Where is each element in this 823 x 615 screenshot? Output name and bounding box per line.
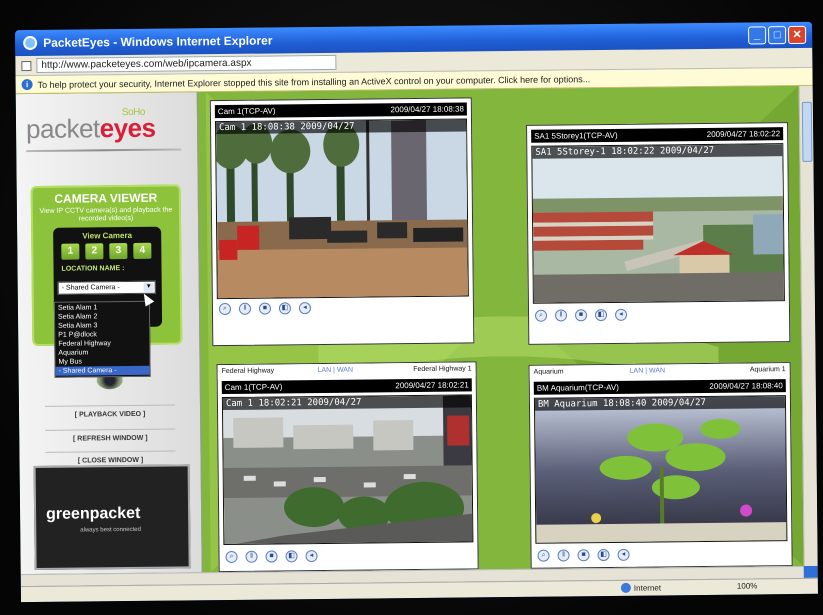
pane-title: Aquarium xyxy=(533,368,564,376)
zoom-level[interactable]: 100% xyxy=(737,581,758,590)
audio-icon[interactable]: ◂ xyxy=(617,548,630,561)
camera-feed-highway[interactable]: Cam 1 18:02:21 2009/04/27 xyxy=(221,394,474,546)
camera-2-button[interactable]: 2 xyxy=(85,243,104,260)
lobby-scene-image xyxy=(214,119,469,300)
lan-wan-links[interactable]: LAN | WAN xyxy=(318,364,354,378)
window-title: PacketEyes - Windows Internet Explorer xyxy=(43,33,273,50)
camera-feed-lobby[interactable]: Cam 1 18:08:38 2009/04/27 xyxy=(214,118,469,300)
camera-pane-3: Federal Highway LAN | WAN Federal Highwa… xyxy=(216,361,479,573)
stop-icon[interactable]: ■ xyxy=(574,309,588,322)
camera-header: Cam 1(TCP-AV) 2009/04/27 18:08:38 xyxy=(214,102,467,119)
audio-icon[interactable]: ◂ xyxy=(298,302,312,315)
camera-3-button[interactable]: 3 xyxy=(109,243,128,260)
camera-4-button[interactable]: 4 xyxy=(133,242,152,259)
location-select[interactable]: - Shared Camera - ▼ xyxy=(57,280,156,295)
globe-icon xyxy=(620,582,631,593)
housing-scene-image xyxy=(532,144,785,304)
pause-icon[interactable]: ‖ xyxy=(238,302,252,315)
camera-header: Cam 1(TCP-AV) 2009/04/27 18:02:21 xyxy=(221,378,472,395)
pause-icon[interactable]: ‖ xyxy=(557,549,570,562)
pane-header: Federal Highway LAN | WAN Federal Highwa… xyxy=(217,362,476,380)
snapshot-icon[interactable]: ◧ xyxy=(278,302,292,315)
snapshot-icon[interactable]: ◧ xyxy=(594,309,608,322)
pause-icon[interactable]: ‖ xyxy=(245,550,258,563)
playback-video-button[interactable]: [ PLAYBACK VIDEO ] xyxy=(44,404,176,424)
security-zone[interactable]: Internet xyxy=(620,582,662,593)
audio-icon[interactable]: ◂ xyxy=(614,308,628,321)
greenpacket-tagline: always best connected xyxy=(80,526,142,534)
magnifier-icon[interactable]: ⌕ xyxy=(537,549,550,562)
camera-header: SA1 5Storey1(TCP-AV) 2009/04/27 18:02:22 xyxy=(531,127,784,143)
packeteyes-logo: packeteyes SoHo xyxy=(25,106,156,145)
stop-icon[interactable]: ■ xyxy=(577,549,590,562)
aquarium-scene-image xyxy=(534,396,788,544)
audio-icon[interactable]: ◂ xyxy=(305,550,318,563)
scrollbar-thumb[interactable] xyxy=(801,101,813,162)
highway-scene-image xyxy=(222,395,474,546)
logo-divider xyxy=(26,148,182,153)
zone-label: Internet xyxy=(633,582,662,593)
minimize-button[interactable]: _ xyxy=(748,26,767,45)
pause-icon[interactable]: ‖ xyxy=(554,309,568,322)
camera-controls: ⌕ ‖ ■ ◧ ◂ xyxy=(534,308,628,324)
camera-feed-aquarium[interactable]: BM Aquarium 18:08:40 2009/04/27 xyxy=(533,395,788,544)
greenpacket-banner[interactable]: greenpacket always best connected xyxy=(33,464,191,571)
view-camera-label: View Camera xyxy=(82,230,133,241)
camera-viewer-title: CAMERA VIEWER xyxy=(54,190,158,206)
information-bar-text: To help protect your security, Internet … xyxy=(37,73,591,90)
camera-feed-housing[interactable]: SA1 5Storey-1 18:02:22 2009/04/27 xyxy=(531,143,785,304)
camera-header: BM Aquarium(TCP-AV) 2009/04/27 18:08:40 xyxy=(533,379,786,395)
info-icon: i xyxy=(21,79,33,91)
camera-pane-1: Cam 1(TCP-AV)2009/04/27 18:08:38 Cam 1 xyxy=(209,97,475,347)
location-dropdown-list: Setia Alam 1 Setia Alam 2 Setia Alam 3 P… xyxy=(53,300,151,378)
pane-camera-label: Federal Highway 1 xyxy=(413,365,472,374)
window-controls: _ □ ✕ xyxy=(748,25,807,45)
camera-pane-4: Aquarium LAN | WAN Aquarium 1 BM Aquariu… xyxy=(528,362,793,569)
magnifier-icon[interactable]: ⌕ xyxy=(218,302,232,316)
camera-controls: ⌕ ‖ ■ ◧ ◂ xyxy=(225,550,318,565)
camera-number-buttons: 1 2 3 4 xyxy=(61,242,152,260)
camera-pane-2: SA1 5Storey1(TCP-AV)2009/04/27 18:02:22 xyxy=(526,122,791,345)
location-name-label: LOCATION NAME : xyxy=(61,265,125,273)
snapshot-icon[interactable]: ◧ xyxy=(285,550,298,563)
pane-title: Federal Highway xyxy=(221,367,275,376)
chevron-down-icon[interactable]: ▼ xyxy=(143,282,154,292)
magnifier-icon[interactable]: ⌕ xyxy=(534,309,548,322)
camera-viewer-subtitle: View IP CCTV camera(s) and playback the … xyxy=(39,206,173,223)
page-content: packeteyes SoHo CAMERA VIEWER View IP CC… xyxy=(15,85,818,575)
pane-header: Aquarium LAN | WAN Aquarium 1 xyxy=(529,363,790,380)
stop-icon[interactable]: ■ xyxy=(258,302,272,315)
refresh-window-button[interactable]: [ REFRESH WINDOW ] xyxy=(45,428,176,448)
sidebar: packeteyes SoHo CAMERA VIEWER View IP CC… xyxy=(15,92,203,575)
browser-window: PacketEyes - Windows Internet Explorer _… xyxy=(15,21,818,603)
location-option-selected[interactable]: - Shared Camera - xyxy=(55,365,150,376)
camera-controls: ⌕ ‖ ■ ◧ ◂ xyxy=(218,302,312,317)
magnifier-icon[interactable]: ⌕ xyxy=(225,550,238,564)
lan-wan-links[interactable]: LAN | WAN xyxy=(630,364,666,378)
pane-camera-label: Aquarium 1 xyxy=(749,366,786,374)
maximize-button[interactable]: □ xyxy=(768,26,787,45)
greenpacket-logo: greenpacket xyxy=(46,504,141,523)
monitor-frame: PacketEyes - Windows Internet Explorer _… xyxy=(0,0,823,615)
camera-1-button[interactable]: 1 xyxy=(61,243,80,260)
location-select-value: - Shared Camera - xyxy=(61,284,120,292)
page-icon xyxy=(21,60,32,71)
url-field[interactable]: http://www.packeteyes.com/web/ipcamera.a… xyxy=(36,54,337,73)
ie-logo-icon xyxy=(23,35,38,51)
stop-icon[interactable]: ■ xyxy=(265,550,278,563)
close-window-button[interactable]: ✕ xyxy=(788,25,807,45)
camera-controls: ⌕ ‖ ■ ◧ ◂ xyxy=(537,548,630,564)
snapshot-icon[interactable]: ◧ xyxy=(597,548,610,562)
